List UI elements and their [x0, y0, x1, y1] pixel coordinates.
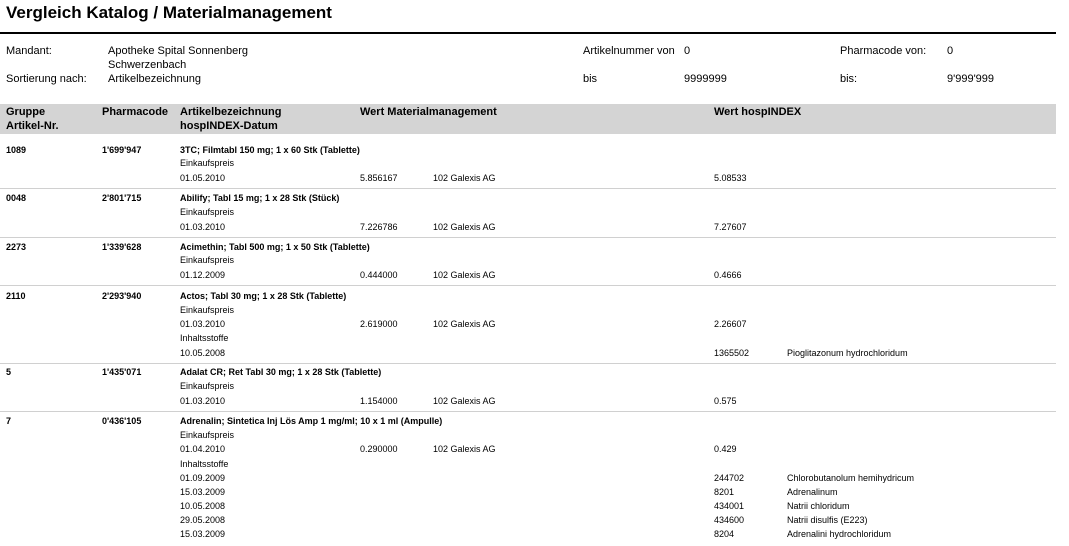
record-pharmacode: 1'699'947	[102, 145, 142, 155]
pharmacode-bis-label: bis:	[840, 73, 858, 85]
row-separator	[0, 188, 1056, 189]
record-group: 5	[6, 367, 12, 377]
price-label: Einkaufspreis	[180, 207, 235, 217]
price-date: 01.05.2010	[180, 173, 226, 183]
record-pharmacode: 1'339'628	[102, 242, 142, 252]
ingredient-code: 8201	[714, 487, 735, 497]
ingredients-label: Inhaltsstoffe	[180, 333, 229, 343]
record-pharmacode: 2'801'715	[102, 193, 142, 203]
ingredient-name: Adrenalinum	[787, 487, 838, 497]
ingredient-date: 29.05.2008	[180, 515, 226, 525]
col-pharmacode: Pharmacode	[102, 106, 169, 118]
value-materialmanagement: 1.154000	[360, 396, 398, 406]
record-pharmacode: 1'435'071	[102, 367, 142, 377]
row-separator	[0, 363, 1056, 364]
report-title: Vergleich Katalog / Materialmanagement	[6, 3, 332, 22]
mandant-value-line2: Schwerzenbach	[108, 59, 187, 71]
price-label: Einkaufspreis	[180, 255, 235, 265]
ingredient-code: 1365502	[714, 348, 750, 358]
supplier: 102 Galexis AG	[433, 444, 496, 454]
ingredient-date: 15.03.2009	[180, 529, 226, 539]
artikel-von-label: Artikelnummer von	[583, 45, 675, 57]
record-group: 2110	[6, 291, 26, 301]
ingredient-code: 434001	[714, 501, 745, 511]
record-group: 2273	[6, 242, 27, 252]
value-hospindex: 0.4666	[714, 270, 742, 280]
record-article-name: Adrenalin; Sintetica Inj Lös Amp 1 mg/ml…	[180, 416, 443, 426]
ingredient-code: 244702	[714, 473, 745, 483]
value-hospindex: 0.575	[714, 396, 737, 406]
price-date: 01.03.2010	[180, 396, 226, 406]
col-wert-hospindex: Wert hospINDEX	[714, 106, 802, 118]
supplier: 102 Galexis AG	[433, 319, 496, 329]
value-hospindex: 7.27607	[714, 222, 747, 232]
pharmacode-von-value: 0	[947, 45, 954, 57]
value-materialmanagement: 7.226786	[360, 222, 398, 232]
ingredients-label: Inhaltsstoffe	[180, 459, 229, 469]
price-date: 01.12.2009	[180, 270, 226, 280]
sort-value: Artikelbezeichnung	[108, 73, 201, 85]
price-date: 01.04.2010	[180, 444, 226, 454]
row-separator	[0, 285, 1056, 286]
ingredient-code: 434600	[714, 515, 745, 525]
col-gruppe: Gruppe	[6, 106, 46, 118]
ingredient-date: 01.09.2009	[180, 473, 226, 483]
price-label: Einkaufspreis	[180, 381, 235, 391]
supplier: 102 Galexis AG	[433, 222, 496, 232]
value-materialmanagement: 0.444000	[360, 270, 398, 280]
value-hospindex: 5.08533	[714, 173, 747, 183]
value-hospindex: 2.26607	[714, 319, 747, 329]
price-date: 01.03.2010	[180, 222, 226, 232]
price-label: Einkaufspreis	[180, 305, 235, 315]
supplier: 102 Galexis AG	[433, 173, 496, 183]
ingredient-date: 10.05.2008	[180, 348, 226, 358]
supplier: 102 Galexis AG	[433, 396, 496, 406]
record-article-name: Acimethin; Tabl 500 mg; 1 x 50 Stk (Tabl…	[180, 242, 370, 252]
value-materialmanagement: 0.290000	[360, 444, 398, 454]
pharmacode-bis-value: 9'999'999	[947, 73, 995, 85]
record-article-name: Actos; Tabl 30 mg; 1 x 28 Stk (Tablette)	[180, 291, 347, 301]
price-label: Einkaufspreis	[180, 158, 235, 168]
row-separator	[0, 237, 1056, 238]
record-group: 0048	[6, 193, 27, 203]
price-date: 01.03.2010	[180, 319, 226, 329]
record-pharmacode: 2'293'940	[102, 291, 142, 301]
artikel-bis-value: 9999999	[684, 73, 727, 85]
row-separator	[0, 411, 1056, 412]
supplier: 102 Galexis AG	[433, 270, 496, 280]
value-hospindex: 0.429	[714, 444, 737, 454]
col-wert-materialmanagement: Wert Materialmanagement	[360, 106, 497, 118]
artikel-bis-label: bis	[583, 73, 598, 85]
record-article-name: Abilify; Tabl 15 mg; 1 x 28 Stk (Stück)	[180, 193, 340, 203]
artikel-von-value: 0	[684, 45, 691, 57]
mandant-value: Apotheke Spital Sonnenberg	[108, 45, 249, 57]
pharmacode-von-label: Pharmacode von:	[840, 45, 927, 57]
record-group: 7	[6, 416, 12, 426]
value-materialmanagement: 2.619000	[360, 319, 398, 329]
record-group: 1089	[6, 145, 27, 155]
record-article-name: Adalat CR; Ret Tabl 30 mg; 1 x 28 Stk (T…	[180, 367, 382, 377]
sort-label: Sortierung nach:	[6, 73, 87, 85]
col-artikelbezeichnung: Artikelbezeichnung	[180, 106, 282, 118]
ingredient-name: Natrii chloridum	[787, 501, 850, 511]
record-pharmacode: 0'436'105	[102, 416, 142, 426]
ingredient-name: Chlorobutanolum hemihydricum	[787, 473, 915, 483]
title-rule	[0, 32, 1056, 34]
value-materialmanagement: 5.856167	[360, 173, 398, 183]
col-artikel-nr: Artikel-Nr.	[6, 120, 59, 132]
record-article-name: 3TC; Filmtabl 150 mg; 1 x 60 Stk (Tablet…	[180, 145, 360, 155]
ingredient-date: 15.03.2009	[180, 487, 226, 497]
ingredient-name: Adrenalini hydrochloridum	[787, 529, 892, 539]
mandant-label: Mandant:	[6, 45, 52, 57]
ingredient-name: Pioglitazonum hydrochloridum	[787, 348, 908, 358]
col-hospindex-datum: hospINDEX-Datum	[180, 120, 278, 132]
price-label: Einkaufspreis	[180, 430, 235, 440]
ingredient-date: 10.05.2008	[180, 501, 226, 511]
ingredient-code: 8204	[714, 529, 735, 539]
ingredient-name: Natrii disulfis (E223)	[787, 515, 868, 525]
